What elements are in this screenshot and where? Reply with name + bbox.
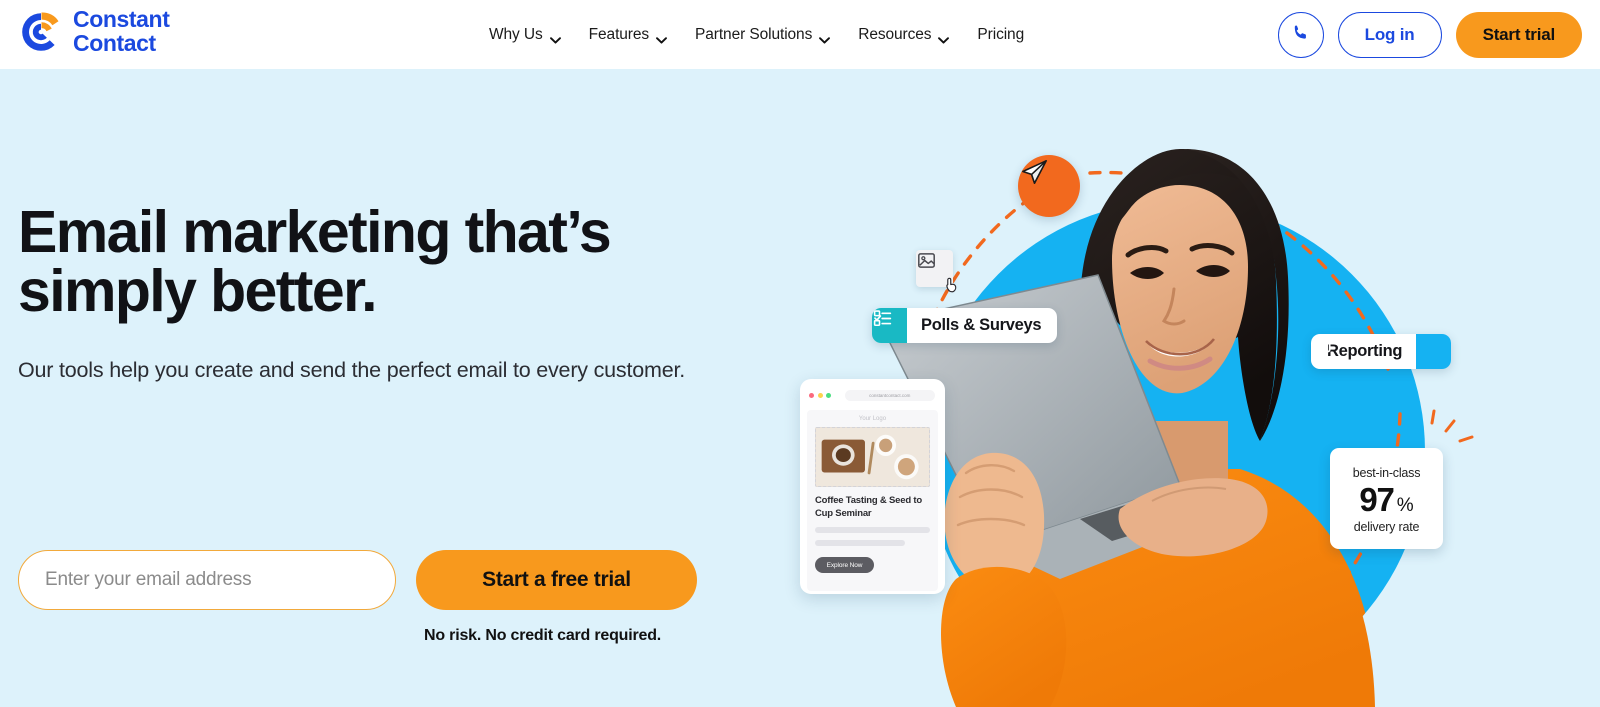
logo[interactable]: Constant Contact <box>18 6 170 56</box>
nav-item-pricing[interactable]: Pricing <box>963 0 1038 69</box>
mockup-email-body: Your Logo Coffee Tasting & Seed to Cup S… <box>807 410 938 591</box>
mockup-explore-button[interactable]: Explore Now <box>815 557 874 574</box>
start-trial-button[interactable]: Start trial <box>1455 11 1582 58</box>
login-button[interactable]: Log in <box>1337 11 1442 58</box>
hero-section: Email marketing that’s simply better. Ou… <box>0 69 1600 707</box>
site-header: Constant Contact Why Us Features Partner… <box>0 0 1600 69</box>
hero-subheading: Our tools help you create and send the p… <box>18 358 685 382</box>
stat-value: 97 <box>1359 480 1395 518</box>
headline-line-2: simply better. <box>18 258 378 324</box>
chevron-down-icon <box>819 31 831 44</box>
headline-line-1: Email marketing that’s <box>18 199 612 265</box>
stat-value-row: 97 % <box>1359 481 1413 519</box>
nav-label: Features <box>588 25 650 43</box>
phone-button[interactable] <box>1277 11 1324 58</box>
mockup-url: constantcontact.com <box>844 390 935 401</box>
chart-report-icon <box>1312 334 1452 369</box>
paper-plane-badge <box>1018 155 1080 217</box>
login-label: Log in <box>1364 24 1415 44</box>
header-actions: Log in Start trial <box>1277 0 1582 69</box>
nav-label: Why Us <box>489 25 543 43</box>
mockup-logo-placeholder: Your Logo <box>858 416 887 422</box>
logo-wordmark: Constant Contact <box>73 6 170 56</box>
chevron-down-icon <box>549 31 561 44</box>
badge-label: Polls & Surveys <box>921 316 1042 334</box>
primary-navigation: Why Us Features Partner Solutions Resour… <box>489 0 1038 69</box>
start-free-trial-button[interactable]: Start a free trial <box>416 550 697 610</box>
cursor-hand-icon <box>944 276 962 294</box>
traffic-light-red-icon <box>809 393 814 398</box>
traffic-light-green-icon <box>826 393 831 398</box>
badge-polls-and-surveys[interactable]: Polls & Surveys <box>872 308 1058 343</box>
nav-item-features[interactable]: Features <box>575 0 681 69</box>
email-input[interactable] <box>18 550 396 610</box>
nav-item-partner-solutions[interactable]: Partner Solutions <box>681 0 844 69</box>
logo-line-2: Contact <box>73 29 156 56</box>
hero-copy: Email marketing that’s simply better. Ou… <box>18 203 758 389</box>
stat-bottom-label: delivery rate <box>1353 519 1420 534</box>
badge-reporting[interactable]: Reporting <box>1311 334 1452 369</box>
mockup-browser-bar: constantcontact.com <box>800 388 945 403</box>
nav-item-why-us[interactable]: Why Us <box>489 0 575 69</box>
mockup-text-line <box>815 527 930 534</box>
signup-form: Start a free trial <box>18 550 697 610</box>
checklist-icon <box>872 308 907 343</box>
phone-icon <box>1291 23 1310 47</box>
stat-top-label: best-in-class <box>1352 465 1421 480</box>
start-trial-label: Start trial <box>1482 24 1556 44</box>
traffic-light-yellow-icon <box>817 393 823 398</box>
chevron-down-icon <box>938 31 950 44</box>
mockup-title: Coffee Tasting & Seed to Cup Seminar <box>815 495 922 519</box>
signup-disclaimer: No risk. No credit card required. <box>424 627 662 644</box>
sparkle-icon <box>1430 409 1474 443</box>
constant-contact-logo-icon <box>18 9 64 55</box>
nav-label: Pricing <box>977 25 1025 43</box>
nav-label: Partner Solutions <box>695 25 813 43</box>
page-title: Email marketing that’s simply better. <box>18 203 758 321</box>
stat-unit: % <box>1396 494 1414 516</box>
mockup-text-line <box>815 540 905 547</box>
nav-item-resources[interactable]: Resources <box>844 0 963 69</box>
email-mockup-card: constantcontact.com Your Logo Coffee Tas… <box>800 379 945 594</box>
chevron-down-icon <box>656 31 667 44</box>
mockup-hero-image <box>815 427 930 487</box>
delivery-rate-card: best-in-class 97 % delivery rate <box>1330 448 1443 549</box>
hero-illustration: Polls & Surveys Reporting best-in-class … <box>760 69 1600 707</box>
logo-line-1: Constant <box>73 6 170 32</box>
nav-label: Resources <box>858 25 932 43</box>
